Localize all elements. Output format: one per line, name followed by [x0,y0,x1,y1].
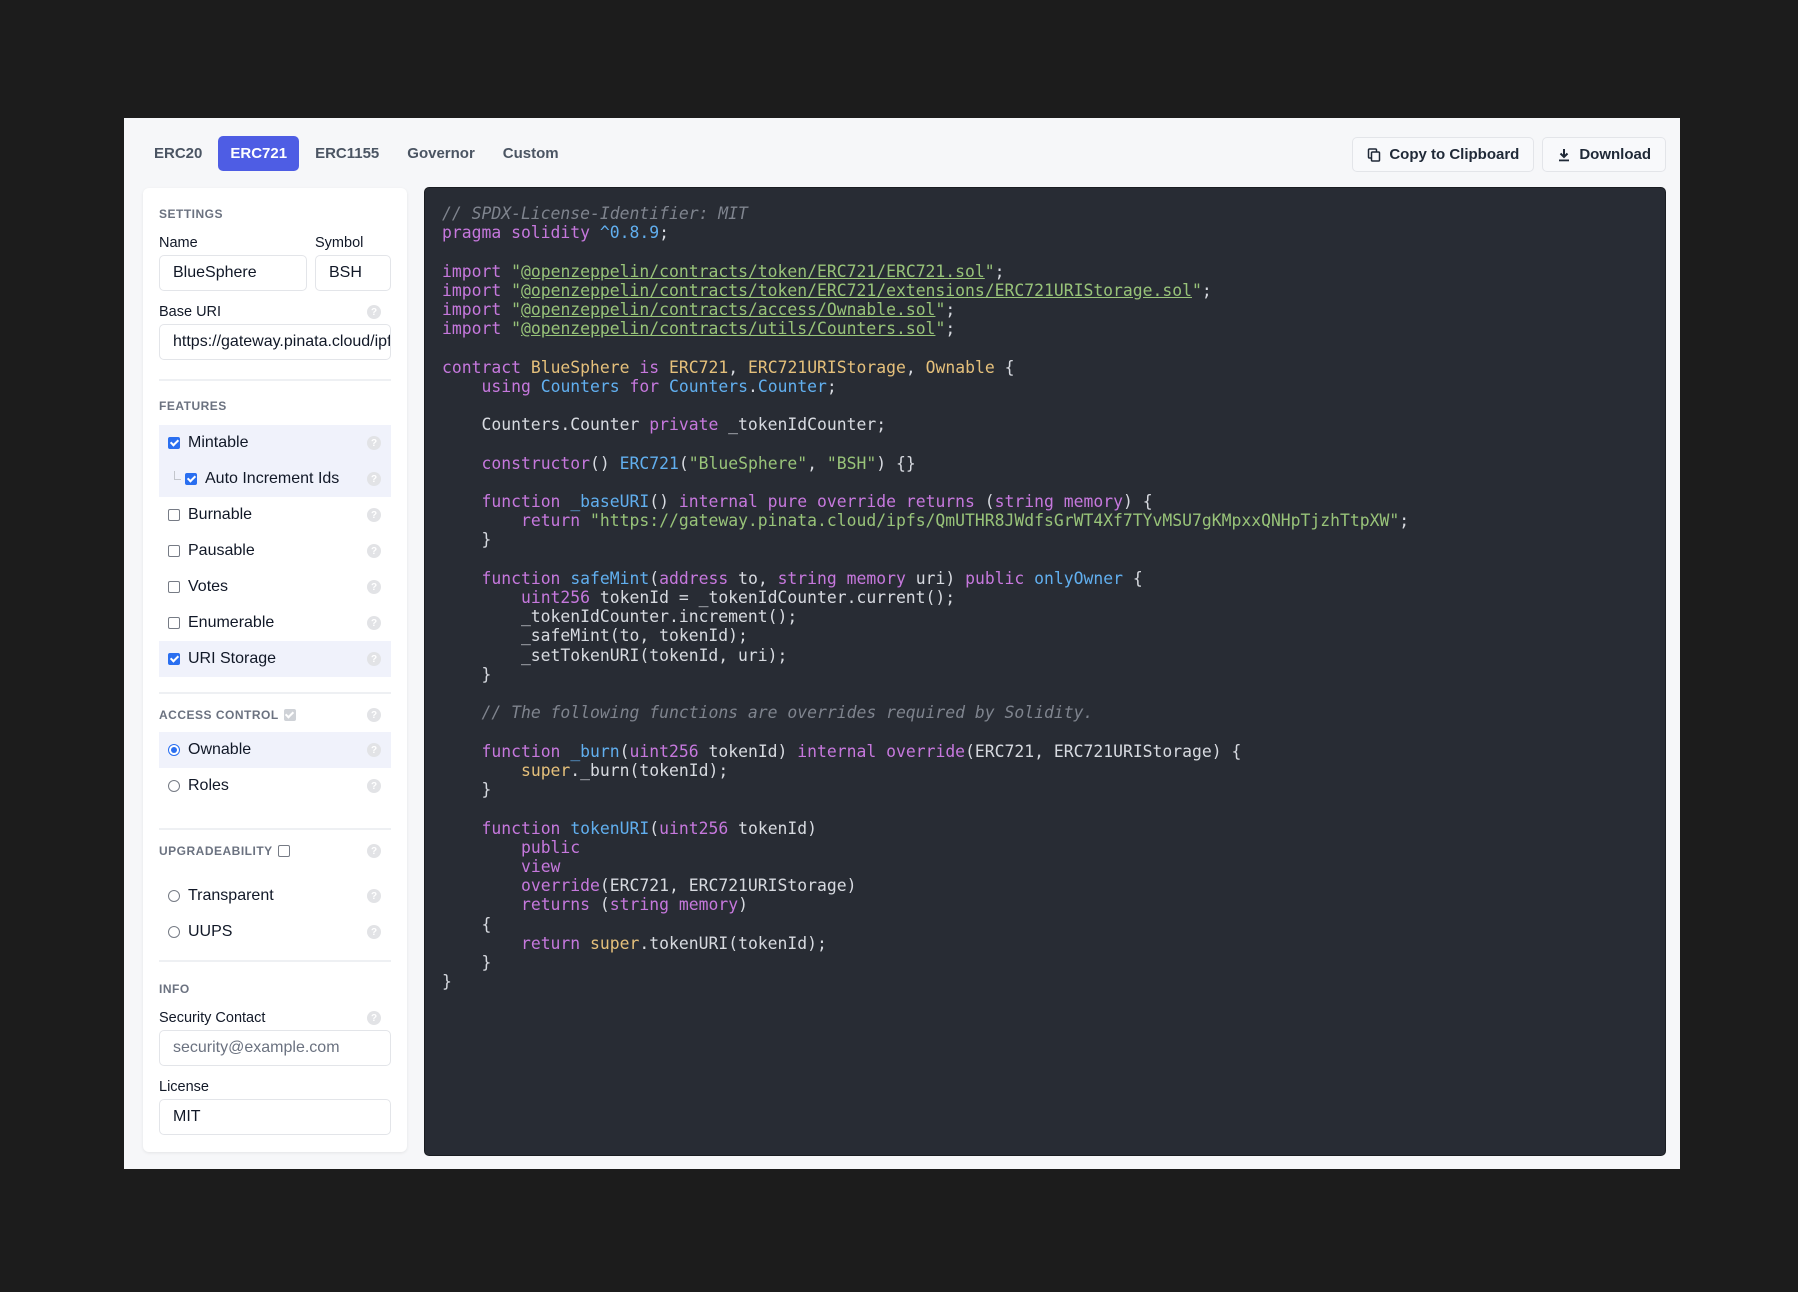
tab-erc1155[interactable]: ERC1155 [303,136,391,171]
help-icon[interactable]: ? [367,580,381,594]
feature-uri-storage[interactable]: URI Storage ? [159,641,391,677]
votes-checkbox[interactable] [168,581,180,593]
code-base-uri: "https://gateway.pinata.cloud/ipfs/QmUTH… [590,511,1400,531]
help-icon[interactable]: ? [367,889,381,903]
feature-label: Auto Increment Ids [205,470,340,487]
symbol-input[interactable]: BSH [315,255,391,291]
name-input[interactable]: BlueSphere [159,255,307,291]
base-uri-label: Base URI [159,304,222,320]
access-roles[interactable]: Roles ? [159,768,391,804]
base-uri-input[interactable]: https://gateway.pinata.cloud/ipfs/QmUTHR… [159,324,391,360]
enumerable-checkbox[interactable] [168,617,180,629]
contract-tabs: ERC20 ERC721 ERC1155 Governor Custom [142,136,571,171]
code-pragma-version: ^0.8.9 [599,223,660,243]
burnable-checkbox[interactable] [168,509,180,521]
copy-to-clipboard-button[interactable]: Copy to Clipboard [1352,137,1535,172]
copy-label: Copy to Clipboard [1389,146,1520,163]
divider [159,692,391,694]
tab-erc721[interactable]: ERC721 [218,136,300,171]
divider [159,379,391,381]
uri-storage-checkbox[interactable] [168,653,180,665]
feature-enumerable[interactable]: Enumerable ? [159,605,391,641]
license-input[interactable]: MIT [159,1099,391,1135]
access-ownable[interactable]: Ownable ? [159,732,391,768]
code-import-link[interactable]: @openzeppelin/contracts/token/ERC721/ERC… [521,262,985,281]
upgrade-uups[interactable]: UUPS ? [159,914,391,950]
code-spdx: // SPDX-License-Identifier: MIT [442,204,748,223]
mintable-checkbox[interactable] [168,437,180,449]
help-icon[interactable]: ? [367,544,381,558]
help-icon[interactable]: ? [367,652,381,666]
security-contact-input[interactable]: security@example.com [159,1030,391,1066]
pausable-checkbox[interactable] [168,545,180,557]
actions: Copy to Clipboard Download [1352,137,1666,172]
download-button[interactable]: Download [1542,137,1666,172]
tab-erc20[interactable]: ERC20 [142,136,214,171]
header: ERC20 ERC721 ERC1155 Governor Custom Cop… [124,118,1680,188]
help-icon[interactable]: ? [367,743,381,757]
copy-icon [1368,147,1381,162]
tree-connector [174,470,181,480]
feature-label: Burnable [188,506,253,523]
upgrade-option-label: UUPS [188,923,233,940]
license-label: License [159,1079,209,1095]
help-icon[interactable]: ? [367,779,381,793]
access-control-title: ACCESS CONTROL [159,708,279,722]
access-control-toggle[interactable] [283,709,296,721]
tab-governor[interactable]: Governor [395,136,487,171]
contracts-wizard: ERC20 ERC721 ERC1155 Governor Custom Cop… [124,118,1680,1169]
access-option-label: Ownable [188,741,252,758]
security-contact-label: Security Contact [159,1010,266,1026]
code-comment: // The following functions are overrides… [481,703,1094,723]
divider [159,828,391,830]
feature-label: Mintable [188,434,249,451]
name-label: Name [159,235,198,251]
help-icon[interactable]: ? [367,925,381,939]
divider [159,960,391,962]
auto-increment-checkbox[interactable] [185,473,197,485]
code-import-link[interactable]: @openzeppelin/contracts/utils/Counters.s… [521,319,935,338]
upgradeability-toggle[interactable] [277,845,290,857]
feature-mintable[interactable]: Mintable ? [159,425,391,461]
transparent-radio[interactable] [168,890,180,902]
help-icon[interactable]: ? [367,508,381,522]
access-option-label: Roles [188,777,229,794]
code-editor[interactable]: // SPDX-License-Identifier: MIT pragma s… [425,188,1665,1155]
help-icon[interactable]: ? [367,305,381,319]
feature-burnable[interactable]: Burnable ? [159,497,391,533]
uups-radio[interactable] [168,926,180,938]
help-icon[interactable]: ? [367,1011,381,1025]
feature-label: Enumerable [188,614,275,631]
features-title: FEATURES [159,399,227,413]
upgrade-transparent[interactable]: Transparent ? [159,878,391,914]
solidity-code: // SPDX-License-Identifier: MIT pragma s… [442,204,1410,992]
upgrade-option-label: Transparent [188,887,274,904]
code-token-name: "BlueSphere" [688,453,808,473]
help-icon[interactable]: ? [367,472,381,486]
feature-label: URI Storage [188,650,277,667]
help-icon[interactable]: ? [367,436,381,450]
settings-sidebar: SETTINGS Name BlueSphere Symbol BSH Base… [143,188,407,1152]
symbol-label: Symbol [315,235,364,251]
settings-title: SETTINGS [159,207,224,221]
feature-label: Votes [188,578,229,595]
info-title: INFO [159,982,190,996]
download-label: Download [1579,146,1651,163]
code-import-link[interactable]: @openzeppelin/contracts/token/ERC721/ext… [521,281,1192,300]
code-contract-name: BlueSphere [530,357,630,377]
feature-label: Pausable [188,542,255,559]
help-icon[interactable]: ? [367,708,381,722]
code-import-link[interactable]: @openzeppelin/contracts/access/Ownable.s… [521,300,935,319]
feature-votes[interactable]: Votes ? [159,569,391,605]
tab-custom[interactable]: Custom [491,136,571,171]
ownable-radio[interactable] [168,744,180,756]
upgradeability-title: UPGRADEABILITY [159,844,273,858]
download-icon [1559,148,1570,161]
help-icon[interactable]: ? [367,616,381,630]
feature-auto-increment-ids[interactable]: Auto Increment Ids ? [159,461,391,497]
help-icon[interactable]: ? [367,844,381,858]
code-token-symbol: "BSH" [826,453,877,473]
feature-pausable[interactable]: Pausable ? [159,533,391,569]
roles-radio[interactable] [168,780,180,792]
